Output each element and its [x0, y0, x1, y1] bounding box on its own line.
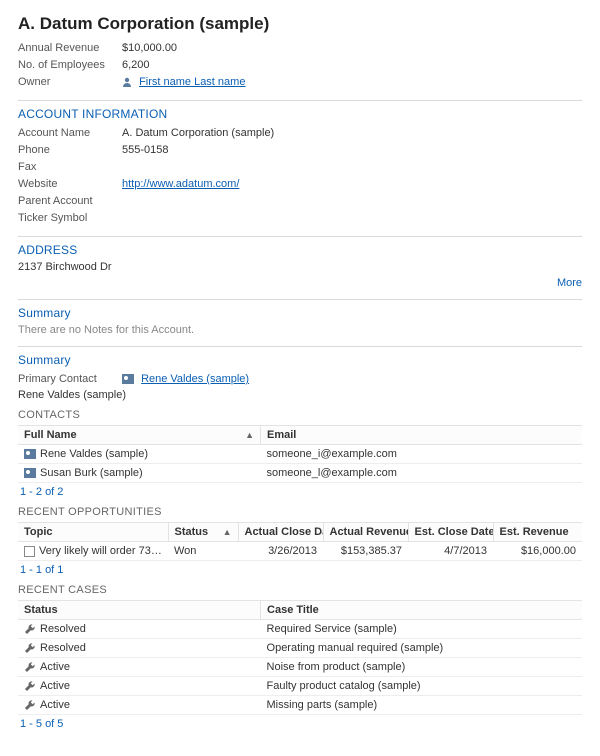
wrench-icon [24, 699, 36, 711]
section-summary: Summary [18, 353, 582, 367]
account-name-value: A. Datum Corporation (sample) [122, 125, 274, 141]
table-row[interactable]: Susan Burk (sample) someone_l@example.com [18, 464, 582, 483]
phone-label: Phone [18, 142, 122, 158]
col-est-revenue[interactable]: Est. Revenue [493, 523, 582, 542]
col-actual-revenue[interactable]: Actual Revenue [323, 523, 408, 542]
owner-link[interactable]: First name Last name [139, 76, 245, 88]
col-topic[interactable]: Topic [18, 523, 168, 542]
section-address: ADDRESS [18, 243, 582, 257]
contact-name: Rene Valdes (sample) [40, 448, 148, 460]
contacts-pager[interactable]: 1 - 2 of 2 [20, 486, 582, 498]
col-fullname[interactable]: Full Name▲ [18, 426, 261, 445]
primary-contact-link[interactable]: Rene Valdes (sample) [141, 373, 249, 385]
case-status: Resolved [40, 623, 86, 635]
opportunities-table: Topic Status▲ Actual Close Date Actual R… [18, 522, 582, 561]
contact-icon [122, 374, 134, 384]
row-checkbox[interactable] [24, 546, 35, 557]
case-title: Missing parts (sample) [261, 696, 582, 715]
annual-revenue-value: $10,000.00 [122, 40, 177, 56]
ticker-label: Ticker Symbol [18, 210, 122, 226]
employees-value: 6,200 [122, 57, 150, 73]
divider [18, 299, 582, 300]
address-value: 2137 Birchwood Dr [18, 261, 582, 273]
notes-empty: There are no Notes for this Account. [18, 324, 582, 336]
opp-est-revenue: $16,000.00 [493, 542, 582, 561]
case-status: Active [40, 680, 70, 692]
col-case-status[interactable]: Status [18, 601, 261, 620]
section-summary-notes: Summary [18, 306, 582, 320]
col-status[interactable]: Status▲ [168, 523, 238, 542]
contacts-table: Full Name▲ Email Rene Valdes (sample) som… [18, 425, 582, 483]
divider [18, 346, 582, 347]
wrench-icon [24, 623, 36, 635]
contact-email: someone_l@example.com [261, 464, 582, 483]
employees-label: No. of Employees [18, 57, 122, 73]
opp-actual-revenue: $153,385.37 [323, 542, 408, 561]
wrench-icon [24, 642, 36, 654]
table-row[interactable]: Active Faulty product catalog (sample) [18, 677, 582, 696]
cases-table: Status Case Title Resolved Required Servi… [18, 600, 582, 715]
table-row[interactable]: Active Noise from product (sample) [18, 658, 582, 677]
divider [18, 100, 582, 101]
contact-icon [24, 468, 36, 478]
opp-est-close: 4/7/2013 [408, 542, 493, 561]
case-status: Active [40, 699, 70, 711]
col-email[interactable]: Email [261, 426, 582, 445]
opp-topic: Very likely will order 73 Produc... [39, 545, 168, 557]
page-title: A. Datum Corporation (sample) [18, 14, 582, 34]
annual-revenue-label: Annual Revenue [18, 40, 122, 56]
parent-account-label: Parent Account [18, 193, 122, 209]
col-est-close[interactable]: Est. Close Date▼ [408, 523, 493, 542]
owner-label: Owner [18, 74, 122, 90]
wrench-icon [24, 661, 36, 673]
cases-pager[interactable]: 1 - 5 of 5 [20, 718, 582, 730]
case-title: Operating manual required (sample) [261, 639, 582, 658]
sort-asc-icon: ▲ [223, 527, 232, 537]
table-row[interactable]: Resolved Required Service (sample) [18, 620, 582, 639]
col-actual-close[interactable]: Actual Close Date [238, 523, 323, 542]
opportunities-heading: RECENT OPPORTUNITIES [18, 506, 582, 518]
contact-name: Susan Burk (sample) [40, 467, 143, 479]
primary-contact-label: Primary Contact [18, 371, 122, 387]
divider [18, 236, 582, 237]
opp-actual-close: 3/26/2013 [238, 542, 323, 561]
contacts-heading: CONTACTS [18, 409, 582, 421]
table-row[interactable]: Resolved Operating manual required (sampl… [18, 639, 582, 658]
table-row[interactable]: Very likely will order 73 Produc...Won3/… [18, 542, 582, 561]
website-link[interactable]: http://www.adatum.com/ [122, 178, 239, 190]
col-case-title[interactable]: Case Title [261, 601, 582, 620]
website-label: Website [18, 176, 122, 192]
more-link[interactable]: More [18, 277, 582, 289]
case-status: Active [40, 661, 70, 673]
contact-email: someone_i@example.com [261, 445, 582, 464]
account-name-label: Account Name [18, 125, 122, 141]
case-status: Resolved [40, 642, 86, 654]
opp-status: Won [168, 542, 238, 561]
section-account-info: ACCOUNT INFORMATION [18, 107, 582, 121]
opportunities-pager[interactable]: 1 - 1 of 1 [20, 564, 582, 576]
fax-label: Fax [18, 159, 122, 175]
person-icon [122, 77, 132, 87]
table-row[interactable]: Rene Valdes (sample) someone_i@example.co… [18, 445, 582, 464]
case-title: Noise from product (sample) [261, 658, 582, 677]
contact-icon [24, 449, 36, 459]
case-title: Faulty product catalog (sample) [261, 677, 582, 696]
cases-heading: RECENT CASES [18, 584, 582, 596]
table-row[interactable]: Active Missing parts (sample) [18, 696, 582, 715]
sort-asc-icon: ▲ [245, 430, 254, 440]
phone-value: 555-0158 [122, 142, 169, 158]
wrench-icon [24, 680, 36, 692]
primary-contact-name: Rene Valdes (sample) [18, 389, 582, 401]
case-title: Required Service (sample) [261, 620, 582, 639]
